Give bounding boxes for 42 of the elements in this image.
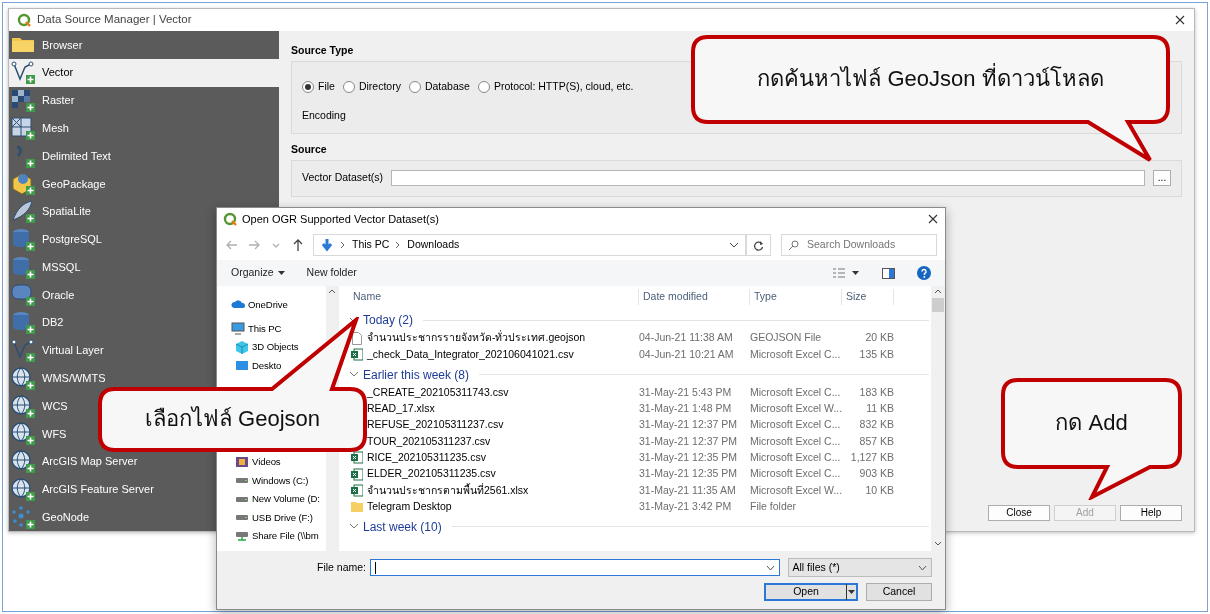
file-date: 04-Jun-21 11:38 AM <box>639 330 734 346</box>
radio-label: Protocol: HTTP(S), cloud, etc. <box>493 78 634 94</box>
encoding-label: Encoding <box>302 107 347 123</box>
radio-label: Database <box>424 78 470 94</box>
file-size: 903 KB <box>858 466 894 482</box>
file-date: 31-May-21 11:35 AM <box>639 482 737 498</box>
callout-text: เลือกไฟล์ Geojson <box>144 406 321 433</box>
file-type: GEOJSON File <box>750 330 823 346</box>
dialog-title: Open OGR Supported Vector Dataset(s) <box>242 211 439 227</box>
radio-label: File <box>318 78 335 94</box>
window-title: Data Source Manager | Vector <box>37 12 192 28</box>
file-type: Microsoft Excel W... <box>750 482 842 498</box>
file-date: 31-May-21 12:35 PM <box>639 450 739 466</box>
section-heading: Source <box>291 141 328 157</box>
file-size: 20 KB <box>864 330 894 346</box>
file-type: Microsoft Excel C... <box>750 384 842 400</box>
file-date: 31-May-21 12:37 PM <box>639 433 739 449</box>
file-type: Microsoft Excel C... <box>750 433 842 449</box>
radio-label: Directory <box>358 78 401 94</box>
file-type: Microsoft Excel W... <box>750 401 842 417</box>
file-size: 11 KB <box>865 401 894 417</box>
file-size: 832 KB <box>858 417 894 433</box>
file-type: Microsoft Excel C... <box>750 450 842 466</box>
file-date: 04-Jun-21 10:21 AM <box>639 346 735 362</box>
file-size: 183 KB <box>858 384 894 400</box>
file-date: 31-May-21 1:48 PM <box>639 401 733 417</box>
file-size: 10 KB <box>864 482 894 498</box>
file-date: 31-May-21 5:43 PM <box>639 384 733 400</box>
file-date: 31-May-21 3:42 PM <box>639 498 733 514</box>
section-heading: Source Type <box>291 43 355 58</box>
file-size: 1,127 KB <box>849 450 894 466</box>
file-type: File folder <box>750 498 798 514</box>
dataset-label: Vector Dataset(s) <box>302 170 384 186</box>
file-name-label: File name: <box>317 559 367 575</box>
callout-text: กด Add <box>1055 410 1128 437</box>
file-size: 135 KB <box>858 346 894 362</box>
file-size: 857 KB <box>858 433 894 449</box>
file-type: Microsoft Excel C... <box>750 346 842 362</box>
file-date: 31-May-21 12:37 PM <box>639 417 739 433</box>
file-type: Microsoft Excel C... <box>750 466 842 482</box>
file-date: 31-May-21 12:35 PM <box>639 466 739 482</box>
file-type: Microsoft Excel C... <box>750 417 842 433</box>
